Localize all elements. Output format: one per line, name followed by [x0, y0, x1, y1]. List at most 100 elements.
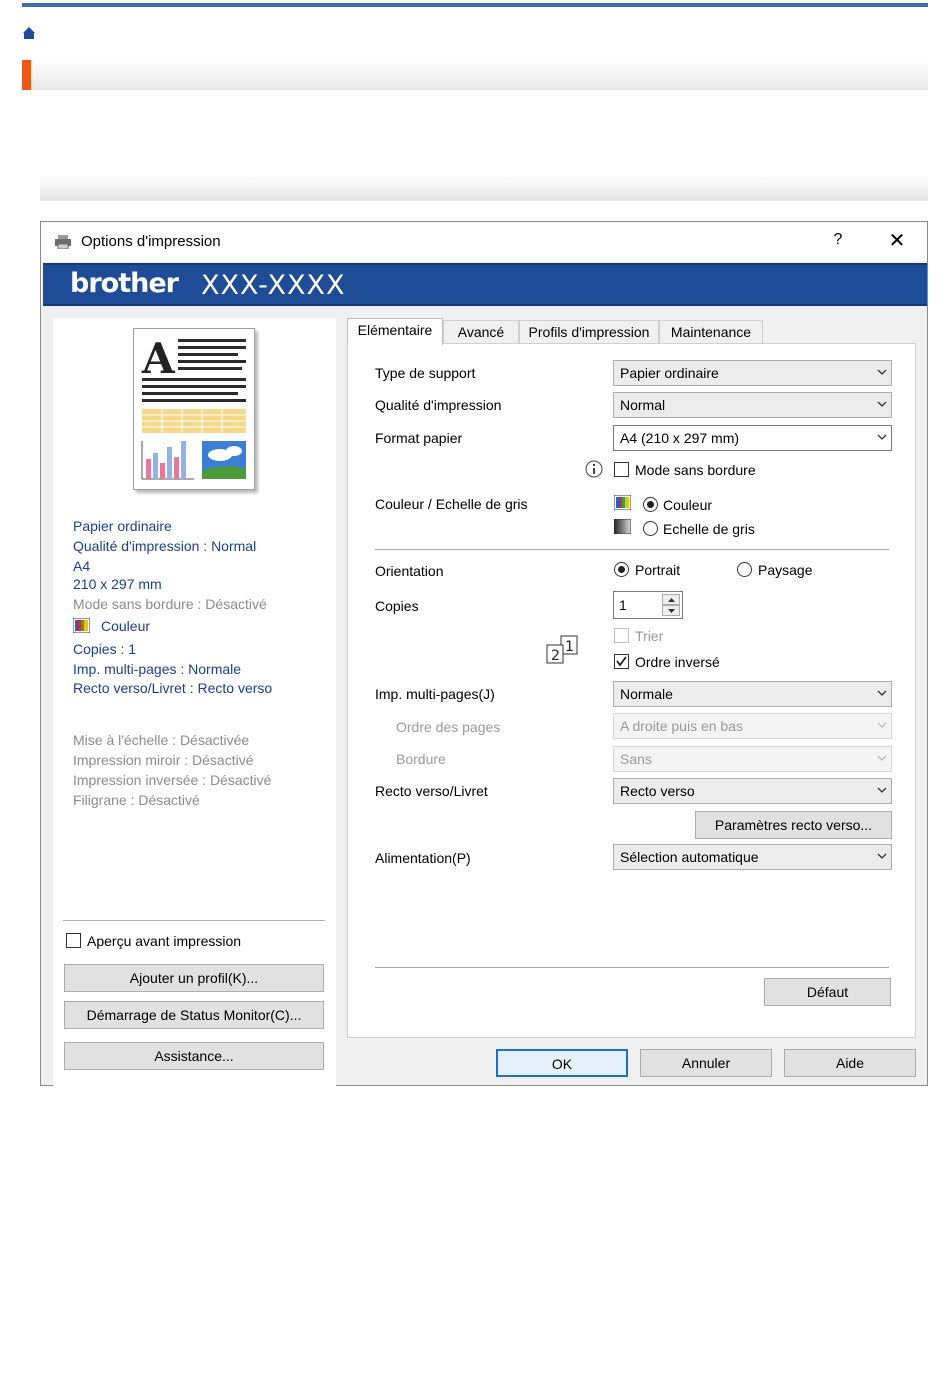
page-order-icon: 1 2 [546, 635, 578, 664]
paper-source-value: Sélection automatique [620, 849, 759, 865]
paper-size-value: A4 (210 x 297 mm) [620, 430, 740, 446]
help-button[interactable]: Aide [784, 1049, 916, 1077]
help-icon[interactable]: ? [831, 231, 845, 249]
duplex-value: Recto verso [620, 783, 695, 799]
summary-borderless: Mode sans bordure : Désactivé [73, 596, 267, 612]
portrait-radio[interactable] [614, 562, 629, 577]
reverse-order-label: Ordre inversé [635, 654, 720, 670]
summary-copies: Copies : 1 [73, 641, 137, 657]
status-monitor-button[interactable]: Démarrage de Status Monitor(C)... [64, 1001, 324, 1029]
borderless-label: Mode sans bordure [635, 462, 756, 478]
arrow-down-icon [668, 609, 675, 613]
summary-size: 210 x 297 mm [73, 576, 162, 592]
preview-checkbox[interactable] [66, 933, 81, 948]
copies-value: 1 [619, 597, 627, 613]
close-icon[interactable]: ✕ [885, 228, 909, 253]
tab-basic[interactable]: Elémentaire [347, 318, 443, 345]
summary-paper: A4 [73, 558, 91, 574]
paper-size-select[interactable]: A4 (210 x 297 mm) [613, 425, 892, 451]
orientation-label: Orientation [375, 563, 444, 579]
landscape-label: Paysage [758, 562, 813, 578]
grayscale-radio[interactable] [643, 521, 658, 536]
home-icon[interactable] [22, 26, 36, 40]
paper-source-select[interactable]: Sélection automatique [613, 844, 892, 870]
page-order-select[interactable]: A droite puis en bas [613, 713, 892, 739]
radio-dot [618, 566, 625, 573]
tab-advanced[interactable]: Avancé [443, 320, 519, 344]
borderless-checkbox[interactable] [614, 462, 629, 477]
assistance-button[interactable]: Assistance... [64, 1042, 324, 1070]
summary-duplex: Recto verso/Livret : Recto verso [73, 680, 273, 696]
border-label: Bordure [396, 751, 446, 767]
svg-text:A: A [141, 334, 176, 383]
quality-label: Qualité d'impression [375, 397, 502, 413]
summary-mirror: Impression miroir : Désactivé [73, 752, 254, 768]
printer-icon [55, 235, 71, 249]
chevron-down-icon [877, 722, 887, 728]
copies-down-button[interactable] [662, 605, 680, 616]
default-button[interactable]: Défaut [764, 978, 891, 1006]
copies-stepper[interactable]: 1 [613, 591, 683, 619]
multipage-value: Normale [620, 686, 673, 702]
copies-label: Copies [375, 598, 419, 614]
chevron-down-icon [877, 755, 887, 761]
media-type-select[interactable]: Papier ordinaire [613, 360, 892, 386]
summary-panel: A Papier ordinaire Qualité d'impression … [53, 318, 336, 1086]
chevron-down-icon [877, 787, 887, 793]
radio-dot [647, 501, 654, 508]
tab-maintenance[interactable]: Maintenance [659, 320, 763, 344]
svg-text:2: 2 [551, 648, 560, 664]
quality-value: Normal [620, 397, 666, 413]
brand-banner: brother XXX-XXXX [43, 263, 927, 306]
color-mode-label: Couleur / Echelle de gris [375, 496, 528, 512]
add-profile-button[interactable]: Ajouter un profil(K)... [64, 964, 324, 992]
reverse-order-checkbox[interactable] [614, 654, 629, 669]
print-options-dialog: Options d'impression ? ✕ brother XXX-XXX… [40, 221, 928, 1086]
landscape-radio[interactable] [737, 562, 752, 577]
page-preview: A [133, 328, 255, 490]
svg-text:1: 1 [565, 639, 574, 655]
chevron-down-icon [877, 853, 887, 859]
portrait-label: Portrait [635, 562, 681, 578]
section-heading-bar [22, 60, 928, 90]
checkmark-icon [616, 656, 627, 667]
chevron-down-icon [877, 401, 887, 407]
collate-checkbox[interactable] [614, 628, 629, 643]
copies-up-button[interactable] [662, 594, 680, 605]
grayscale-option-label: Echelle de gris [663, 521, 755, 537]
bottom-separator [375, 967, 889, 968]
section-separator [375, 549, 889, 550]
border-select[interactable]: Sans [613, 746, 892, 772]
top-rule [22, 3, 928, 7]
arrow-up-icon [668, 598, 675, 602]
paper-size-label: Format papier [375, 430, 463, 446]
color-radio[interactable] [643, 497, 658, 512]
basic-tab-content: Type de support Papier ordinaire Qualité… [347, 343, 916, 1038]
summary-color: Couleur [101, 618, 151, 634]
model-name: XXX-XXXX [201, 270, 346, 301]
chevron-down-icon [877, 369, 887, 375]
ok-button[interactable]: OK [496, 1049, 628, 1077]
color-option-label: Couleur [663, 497, 713, 513]
duplex-select[interactable]: Recto verso [613, 778, 892, 804]
chevron-down-icon [877, 434, 887, 440]
duplex-settings-button[interactable]: Paramètres recto verso... [695, 811, 892, 839]
summary-scaling: Mise à l'échelle : Désactivée [73, 732, 250, 748]
duplex-label: Recto verso/Livret [375, 783, 488, 799]
summary-quality: Qualité d'impression : Normal [73, 538, 257, 554]
subheading-bar [40, 175, 928, 201]
left-separator [63, 920, 325, 921]
summary-watermark: Filigrane : Désactivé [73, 792, 200, 808]
heading-accent [22, 60, 31, 90]
cancel-button[interactable]: Annuler [640, 1049, 772, 1077]
multipage-label: Imp. multi-pages(J) [375, 686, 495, 702]
paper-source-label: Alimentation(P) [375, 850, 471, 866]
info-icon[interactable] [584, 460, 606, 480]
tab-print-profiles[interactable]: Profils d'impression [519, 320, 659, 344]
media-type-label: Type de support [375, 365, 476, 381]
color-swatch-icon [73, 618, 90, 633]
quality-select[interactable]: Normal [613, 392, 892, 418]
title-bar: Options d'impression ? ✕ [41, 222, 927, 262]
dialog-title: Options d'impression [81, 233, 221, 250]
multipage-select[interactable]: Normale [613, 681, 892, 707]
